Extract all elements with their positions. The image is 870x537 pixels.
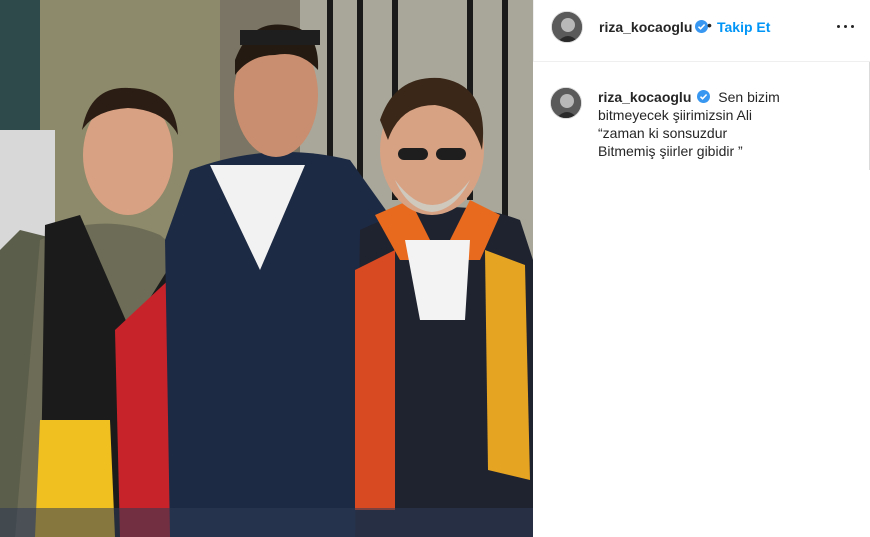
more-options-icon[interactable]: [834, 17, 858, 37]
caption-text-line: bitmeyecek şiirimizsin Ali: [598, 107, 753, 123]
caption-text-line: Bitmemiş şiirler gibidir ”: [598, 143, 743, 159]
post-header: riza_kocaoglu • Takip Et: [533, 0, 870, 62]
caption-avatar[interactable]: [550, 87, 582, 119]
follow-button[interactable]: Takip Et: [717, 19, 770, 35]
avatar[interactable]: [551, 11, 583, 43]
username-link[interactable]: riza_kocaoglu: [599, 19, 692, 35]
post-caption: riza_kocaoglu Sen bizim bitmeyecek şiiri…: [598, 88, 828, 160]
separator-dot: •: [707, 17, 712, 33]
verified-badge-icon: [697, 89, 711, 103]
header-username-row: riza_kocaoglu: [599, 19, 709, 37]
caption-username-link[interactable]: riza_kocaoglu: [598, 89, 691, 105]
caption-text-line: “zaman ki sonsuzdur: [598, 125, 728, 141]
post-photo[interactable]: [0, 0, 533, 537]
avatar-image: [551, 88, 581, 118]
avatar-image: [552, 12, 582, 42]
post-side-panel: riza_kocaoglu • Takip Et riza_kocaoglu S…: [533, 0, 870, 537]
post-photo-image: [0, 0, 533, 537]
caption-text-line: Sen bizim: [718, 89, 780, 105]
